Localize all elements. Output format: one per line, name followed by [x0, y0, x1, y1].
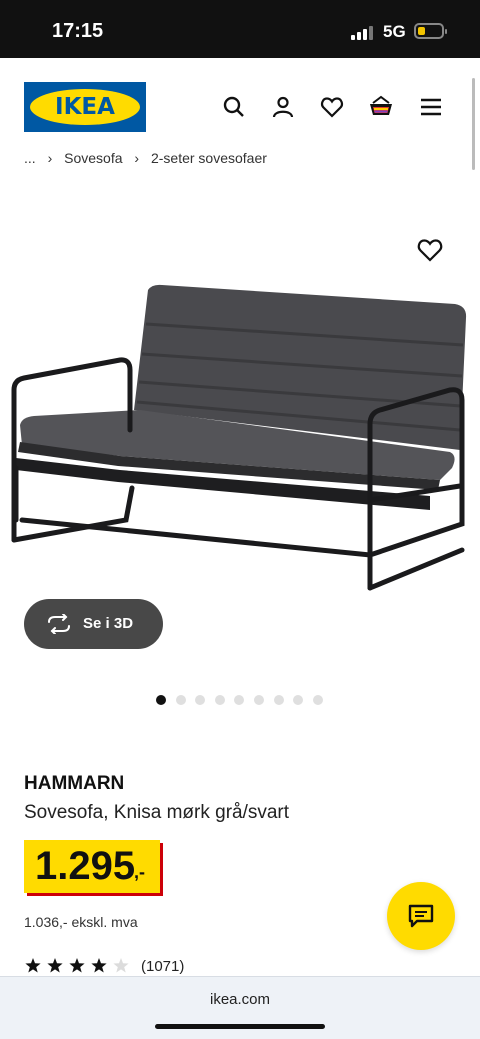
star-filled-icon: [25, 958, 41, 973]
pagination-dot[interactable]: [195, 695, 206, 705]
search-icon[interactable]: [222, 95, 246, 119]
price-value: 1.295: [35, 844, 136, 888]
product-image[interactable]: [0, 220, 480, 620]
pagination-dot[interactable]: [234, 695, 245, 705]
pagination-dot[interactable]: [312, 695, 323, 705]
breadcrumb-separator: ›: [47, 150, 53, 166]
product-description: Sovesofa, Knisa mørk grå/svart: [24, 802, 290, 823]
breadcrumb-separator: ›: [134, 150, 140, 166]
ikea-logo[interactable]: IKEA: [24, 82, 146, 132]
chat-button[interactable]: [387, 882, 455, 950]
breadcrumb-item-2-seter[interactable]: 2-seter sovesofaer: [151, 150, 267, 166]
star-empty-icon: [113, 958, 129, 973]
basket-icon[interactable]: [369, 95, 393, 119]
site-header: IKEA: [0, 58, 480, 150]
browser-url[interactable]: ikea.com: [0, 991, 480, 1008]
breadcrumb-item-sovesofa[interactable]: Sovesofa: [64, 150, 122, 166]
price-tag: 1.295 ,-: [24, 840, 164, 896]
review-count: (1071): [141, 958, 185, 975]
product-rating[interactable]: (1071): [24, 957, 224, 977]
status-time: 17:15: [52, 20, 104, 42]
home-indicator[interactable]: [155, 1024, 325, 1029]
view-in-3d-button[interactable]: Se i 3D: [24, 599, 163, 649]
heart-icon[interactable]: [320, 95, 344, 119]
star-filled-icon: [91, 958, 107, 973]
pagination-dot[interactable]: [175, 695, 186, 705]
network-label: 5G: [383, 22, 406, 41]
pagination-dot[interactable]: [156, 695, 166, 705]
account-icon[interactable]: [271, 95, 295, 119]
rotate-3d-icon: [48, 614, 70, 634]
price-suffix: ,-: [134, 862, 145, 882]
image-pagination: [156, 695, 356, 707]
product-name: HAMMARN: [24, 773, 125, 794]
pagination-dot[interactable]: [214, 695, 225, 705]
pagination-dot[interactable]: [293, 695, 304, 705]
chat-icon: [408, 904, 434, 928]
menu-icon[interactable]: [419, 95, 443, 119]
rating-stars: [25, 958, 129, 973]
star-filled-icon: [69, 958, 85, 973]
browser-bottom-bar: ikea.com: [0, 976, 480, 1039]
star-filled-icon: [47, 958, 63, 973]
pagination-dot[interactable]: [254, 695, 264, 705]
breadcrumb-ellipsis[interactable]: ...: [24, 150, 36, 166]
status-bar: 17:15 5G: [0, 0, 480, 58]
page-scrollbar[interactable]: [472, 78, 475, 170]
logo-text: IKEA: [55, 94, 115, 120]
favourite-heart-icon[interactable]: [416, 236, 444, 264]
signal-icon: [351, 26, 375, 40]
view-in-3d-label: Se i 3D: [83, 615, 134, 632]
pagination-dot[interactable]: [273, 695, 284, 705]
breadcrumb: ... › Sovesofa › 2-seter sovesofaer: [24, 150, 275, 170]
price-ex-vat: 1.036,- ekskl. mva: [24, 914, 138, 930]
battery-icon: [414, 23, 447, 39]
